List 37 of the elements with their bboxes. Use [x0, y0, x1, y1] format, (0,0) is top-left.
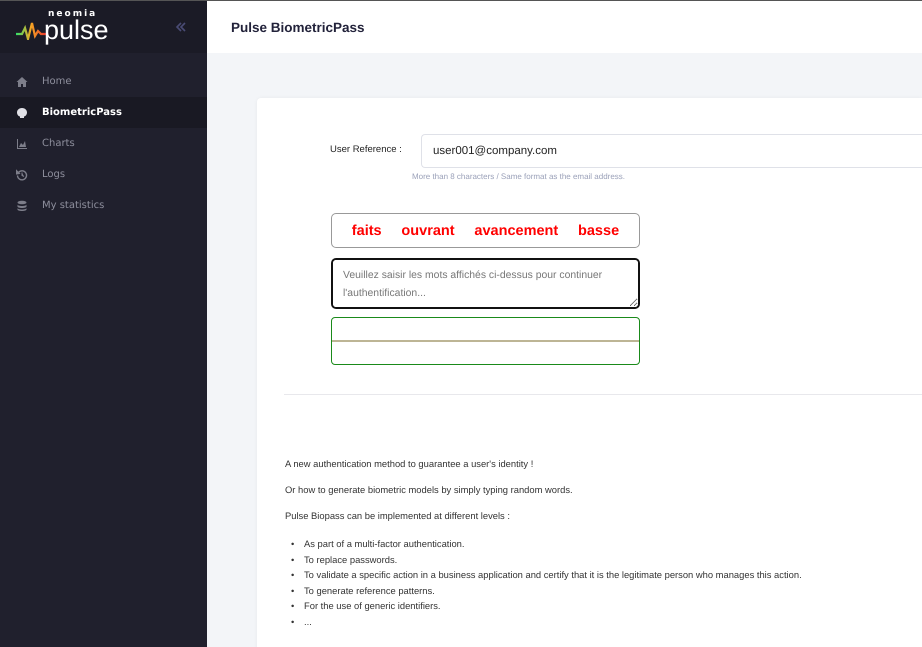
home-icon	[16, 76, 28, 88]
list-item: As part of a multi-factor authentication.	[304, 537, 464, 551]
list-item: ...	[304, 614, 312, 628]
pulse-wave-icon	[16, 22, 46, 40]
word: avancement	[474, 222, 558, 238]
area-chart-icon	[16, 138, 28, 150]
history-icon	[16, 168, 28, 180]
logo-text: pulse	[44, 17, 109, 44]
paragraph: Pulse Biopass can be implemented at different levels :	[285, 510, 511, 521]
nav-item[interactable]: Home	[0, 66, 207, 97]
bullet-marker: •	[291, 614, 296, 628]
bullet-marker: •	[291, 537, 296, 551]
nav-item[interactable]: Charts	[0, 128, 207, 159]
paragraph: Or how to generate biometric models by simply typing random words.	[285, 484, 574, 495]
page-title: Pulse BiometricPass	[231, 20, 365, 34]
bullet-marker: •	[291, 568, 296, 582]
nav-item[interactable]: Logs	[0, 159, 207, 190]
word: basse	[578, 222, 620, 238]
database-icon	[16, 200, 28, 212]
paragraph: A new authentication method to guarantee a user's identity !	[285, 458, 534, 469]
logo-subtitle: neomia	[48, 10, 98, 19]
word: faits	[352, 222, 382, 238]
bullet-marker: •	[291, 584, 296, 598]
typing-field[interactable]: Veuillez saisir les mots affichés ci-dessus pour continuer l'authentification...	[331, 258, 640, 309]
list-item: To replace passwords.	[304, 552, 398, 567]
double-chevron-icon	[175, 21, 187, 33]
bullet-marker: •	[291, 599, 296, 613]
field-hint: More than 8 characters / Same format as the email address.	[412, 172, 626, 181]
bullet-marker: •	[291, 552, 296, 566]
list-item: To validate a specific action in a business application and certify that it is the legitimate person who manages this action.	[304, 568, 802, 582]
field-label: User Reference :	[330, 144, 403, 155]
word: ouvrant	[401, 222, 455, 238]
list-item: To generate reference patterns.	[304, 584, 435, 598]
user-reference-field[interactable]: user001@company.com	[421, 134, 922, 168]
list-item: For the use of generic identifiers.	[304, 599, 441, 613]
nav-item[interactable]: BiometricPass	[0, 97, 207, 128]
nav-item[interactable]: My statistics	[0, 190, 207, 221]
